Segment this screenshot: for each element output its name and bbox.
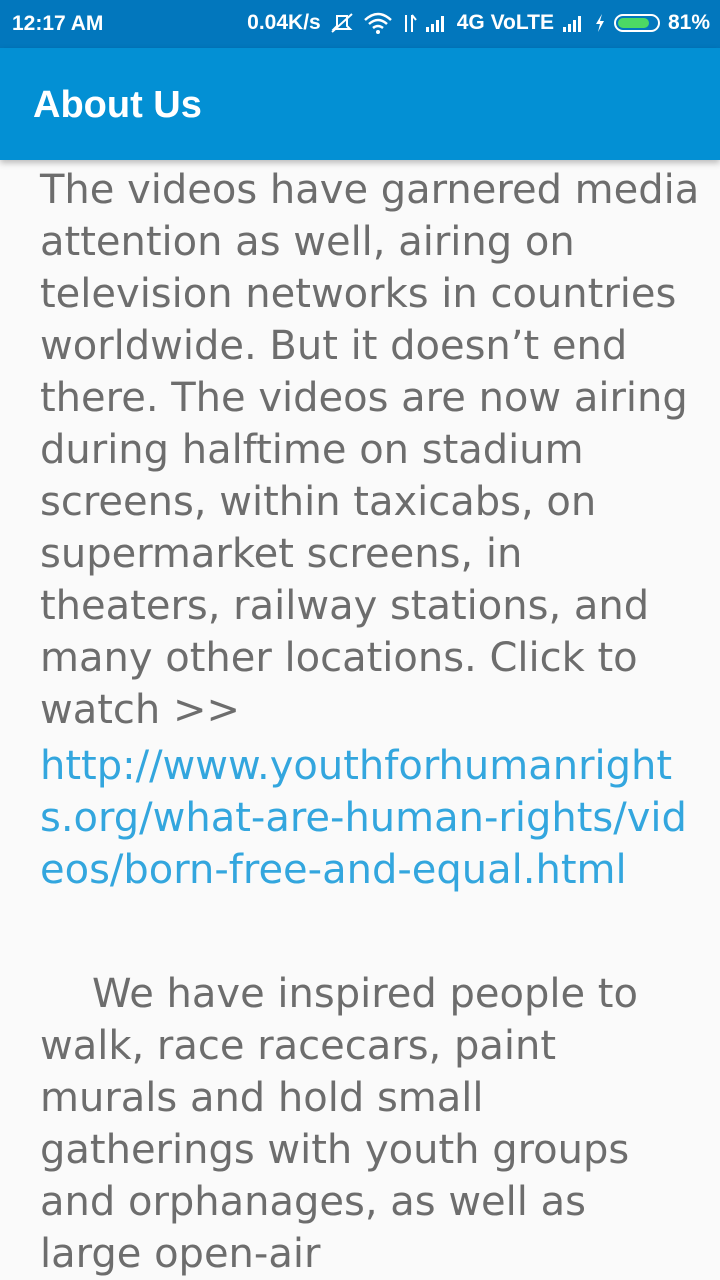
network-type: 4G VoLTE	[456, 11, 554, 34]
mute-icon	[329, 12, 355, 34]
page-title: About Us	[33, 84, 202, 126]
signal-icon-2	[562, 13, 586, 33]
battery-icon	[613, 14, 660, 32]
network-speed: 0.04K/s	[247, 11, 321, 34]
data-arrows-icon	[401, 12, 417, 34]
about-paragraph-2: We have inspired people to walk, race ra…	[40, 971, 638, 1277]
about-paragraph-1: The videos have garnered media attention…	[40, 167, 700, 733]
signal-icon	[425, 13, 449, 33]
app-bar: About Us	[0, 48, 720, 160]
battery-percent: 81%	[667, 11, 710, 34]
video-link[interactable]: http://www.youthforhumanrights.org/what-…	[40, 740, 700, 896]
status-icons: 0.04K/s 4G VoLTE 81%	[247, 11, 710, 35]
about-text-container: The videos have garnered media attention…	[40, 164, 700, 1280]
status-bar: 12:17 AM 0.04K/s 4G VoLTE 81%	[0, 0, 720, 48]
wifi-icon	[363, 12, 393, 34]
battery-fill	[617, 18, 649, 28]
charging-icon	[594, 13, 606, 33]
status-time: 12:17 AM	[12, 12, 104, 35]
about-content[interactable]: The videos have garnered media attention…	[0, 160, 720, 1280]
